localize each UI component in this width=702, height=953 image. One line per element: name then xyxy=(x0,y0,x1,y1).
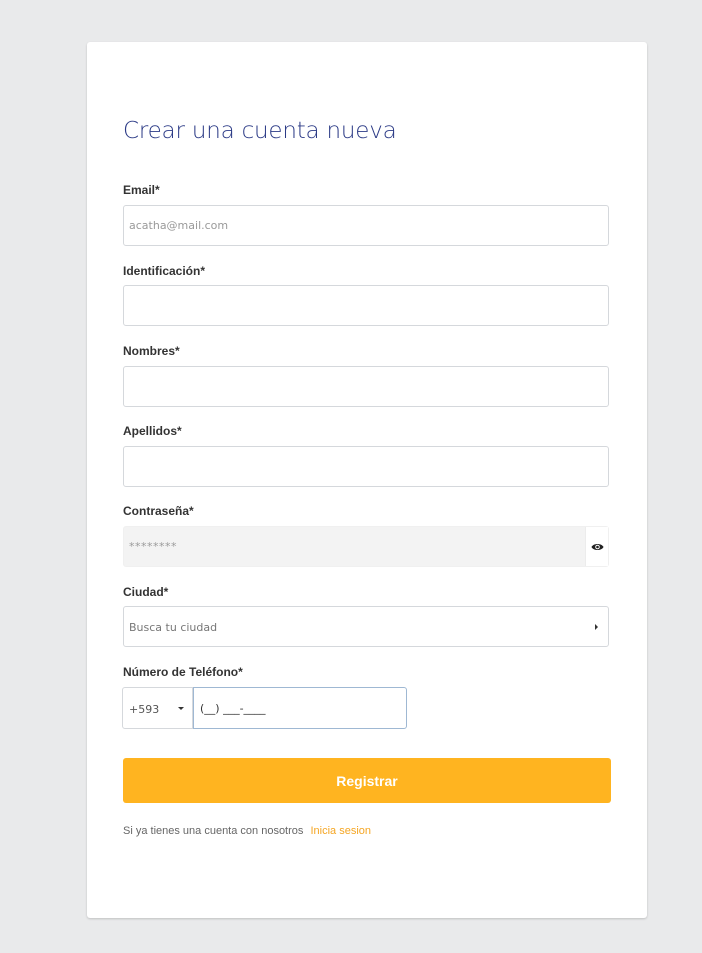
phone-field[interactable] xyxy=(194,688,406,728)
caret-right-icon xyxy=(595,624,598,630)
surnames-field-box xyxy=(123,446,609,487)
eye-icon xyxy=(591,543,603,550)
email-field[interactable] xyxy=(124,206,608,245)
identification-label: Identificación* xyxy=(123,264,206,278)
city-select-placeholder: Busca tu ciudad xyxy=(129,621,218,634)
country-code-select[interactable]: +593 xyxy=(122,687,193,729)
names-field[interactable] xyxy=(124,367,608,406)
names-field-box xyxy=(123,366,609,407)
login-prompt: Si ya tienes una cuenta con nosotros Ini… xyxy=(123,825,371,837)
identification-field-box xyxy=(123,285,609,326)
page-title: Crear una cuenta nueva xyxy=(123,118,397,144)
surnames-field[interactable] xyxy=(124,447,608,486)
phone-field-box xyxy=(193,687,407,729)
identification-field[interactable] xyxy=(124,286,608,325)
phone-label: Número de Teléfono* xyxy=(123,665,243,679)
surnames-label: Apellidos* xyxy=(123,424,182,438)
country-code-value: +593 xyxy=(129,703,160,716)
city-label: Ciudad* xyxy=(123,585,169,599)
password-field[interactable] xyxy=(124,527,589,566)
login-prompt-text: Si ya tienes una cuenta con nosotros xyxy=(123,825,304,837)
names-label: Nombres* xyxy=(123,344,180,358)
register-button[interactable]: Registrar xyxy=(123,758,611,803)
email-label: Email* xyxy=(123,183,160,197)
city-select[interactable]: Busca tu ciudad xyxy=(123,606,609,647)
login-link[interactable]: Inicia sesion xyxy=(310,825,371,837)
password-label: Contraseña* xyxy=(123,504,194,518)
password-field-box xyxy=(123,526,609,567)
register-card: Crear una cuenta nueva Email* Identifica… xyxy=(87,42,647,918)
email-field-box xyxy=(123,205,609,246)
toggle-password-button[interactable] xyxy=(585,527,608,566)
caret-down-icon xyxy=(178,707,184,710)
